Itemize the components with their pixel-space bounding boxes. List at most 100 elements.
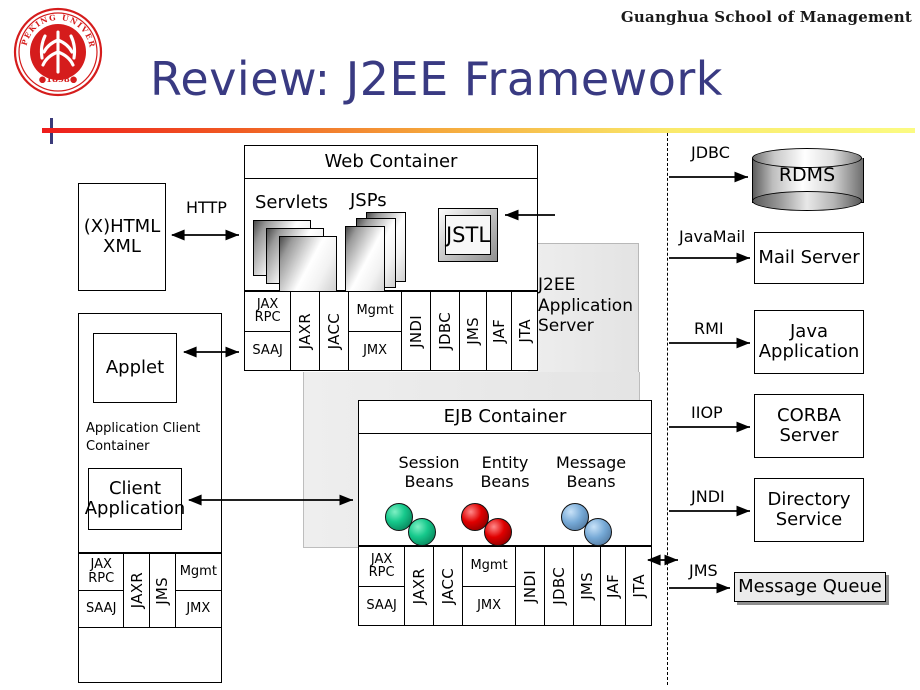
http-label: HTTP	[186, 198, 227, 217]
jms-protocol-label: JMS	[689, 561, 718, 580]
web-api-strip: JAX RPC SAAJ JAXR JACC Mgmt JMX JNDI JDBC JMS JAF J…	[244, 291, 538, 371]
api-label: JTA	[629, 574, 648, 598]
rmi-protocol-label: RMI	[694, 319, 724, 338]
applet-box: Applet	[93, 333, 177, 403]
client-api-strip: JAX RPC SAAJ JAXR JMS Mgmt JMX	[78, 553, 222, 628]
web-container-title: Web Container	[245, 146, 537, 179]
api-label-top: Mgmt	[349, 292, 402, 332]
api-cell-jaxr: JAXR	[405, 547, 435, 625]
peking-university-seal-logo: ●1898● PEKING UNIVERSITY	[8, 0, 104, 98]
api-label: JDBC	[549, 567, 568, 605]
app-server-label: J2EE Application Server	[538, 275, 640, 337]
api-cell-jndi: JNDI	[402, 292, 431, 370]
jstl-label: JSTL	[445, 215, 491, 255]
bean-red-2	[484, 518, 512, 546]
api-label: JACC	[325, 312, 344, 350]
api-label: JMS	[577, 572, 596, 600]
jdbc-protocol-label: JDBC	[691, 143, 730, 162]
api-label: JNDI	[407, 314, 426, 348]
bean-group-label-blue: Message Beans	[548, 453, 634, 491]
api-cell-jaxr: JAXR	[291, 292, 321, 370]
api-label: JAXR	[296, 312, 315, 350]
app-server-label-line3: Server	[538, 316, 594, 337]
client-app-line2: Application	[84, 498, 186, 519]
api-cell-jndi: JNDI	[516, 547, 545, 625]
api-label: JACC	[439, 567, 458, 605]
api-cell-jacc: JACC	[434, 547, 464, 625]
java-application-box: Java Application	[754, 310, 864, 374]
bean-label-line2: Beans	[480, 472, 530, 492]
rdms-label: RDMS	[778, 164, 836, 186]
api-label-top: JAX RPC	[79, 554, 124, 591]
api-cell-jms: JMS	[574, 547, 601, 625]
api-label: JAXR	[410, 567, 429, 605]
ejb-container-title: EJB Container	[359, 401, 651, 434]
directory-line1: Directory	[767, 488, 851, 510]
api-cell-jax: JAX RPC SAAJ	[245, 292, 292, 370]
browser-label-line1: (X)HTML	[83, 215, 161, 237]
api-cell-jaf: JAF	[487, 292, 512, 370]
api-cell-jta: JTA	[512, 292, 537, 370]
browser-box: (X)HTML XML	[78, 183, 166, 291]
api-label: JAXR	[127, 572, 146, 609]
javamail-protocol-label: JavaMail	[679, 227, 746, 246]
page-title: Review: J2EE Framework	[150, 52, 723, 106]
jstl-box: JSTL	[438, 208, 498, 262]
api-label-top: JAX RPC	[359, 547, 405, 587]
api-label: JAF	[489, 319, 508, 343]
app-server-label-line1: J2EE	[538, 275, 576, 295]
api-cell-jta: JTA	[626, 547, 651, 625]
api-label: JMS	[463, 317, 482, 345]
bean-blue-2	[584, 518, 612, 546]
directory-line2: Service	[775, 509, 843, 530]
app-server-label-line2: Application	[538, 295, 633, 316]
jsps-label: JSPs	[350, 190, 387, 211]
corba-server-box: CORBA Server	[754, 394, 864, 458]
directory-service-box: Directory Service	[754, 478, 864, 542]
api-cell-jax: JAX RPC SAAJ	[359, 547, 406, 625]
api-cell-jaf: JAF	[601, 547, 626, 625]
client-container-label-line1: Application Client	[86, 421, 201, 436]
api-cell-jax: JAX RPC SAAJ	[79, 554, 125, 627]
api-cell-api: Mgmt JMX	[175, 554, 221, 627]
bean-label-line2: Beans	[566, 472, 616, 492]
api-label-top: Mgmt	[463, 547, 516, 587]
api-cell-jdbc: JDBC	[431, 292, 460, 370]
ejb-api-strip: JAX RPC SAAJ JAXR JACC Mgmt JMX JNDI JDBC JMS JAF J…	[358, 546, 652, 626]
api-label-bottom: JMX	[477, 597, 502, 613]
bean-group-label-red: Entity Beans	[462, 453, 548, 491]
servlet-page-1	[279, 236, 337, 292]
java-application-line2: Application	[758, 341, 860, 362]
api-label-bottom: JMX	[186, 601, 211, 617]
browser-label-line2: XML	[103, 236, 141, 257]
java-application-line1: Java	[789, 320, 829, 342]
bean-label-line1: Entity	[481, 453, 529, 472]
api-cell-mgmt: Mgmt JMX	[349, 292, 403, 370]
api-label-top: Mgmt	[175, 554, 221, 591]
jsp-page-1	[345, 226, 385, 296]
jndi-protocol-label: JNDI	[691, 487, 725, 506]
api-label-top: JAX RPC	[245, 292, 291, 332]
client-app-line1: Client	[108, 477, 162, 499]
bean-label-line2: Beans	[404, 472, 454, 492]
header-rule	[42, 128, 915, 133]
client-container-label: Application Client Container	[86, 420, 200, 455]
servlets-label: Servlets	[255, 192, 329, 213]
corba-line1: CORBA	[777, 404, 841, 426]
rdms-bottom	[752, 191, 862, 211]
api-cell-jaxr: JAXR	[124, 554, 150, 627]
bean-label-line1: Session	[398, 453, 460, 472]
api-cell-jms: JMS	[150, 554, 176, 627]
iiop-protocol-label: IIOP	[691, 403, 723, 422]
api-label: JDBC	[435, 312, 454, 350]
rdms-cylinder: RDMS	[752, 148, 864, 211]
api-label: JMS	[153, 576, 172, 605]
api-cell-jdbc: JDBC	[545, 547, 574, 625]
api-label: JNDI	[521, 569, 540, 603]
api-label-bottom: SAAJ	[366, 597, 397, 613]
client-container-label-line2: Container	[86, 438, 150, 454]
api-cell-jacc: JACC	[320, 292, 350, 370]
api-label: JTA	[515, 319, 534, 343]
api-cell-jms: JMS	[460, 292, 487, 370]
client-application-box: Client Application	[85, 468, 185, 530]
